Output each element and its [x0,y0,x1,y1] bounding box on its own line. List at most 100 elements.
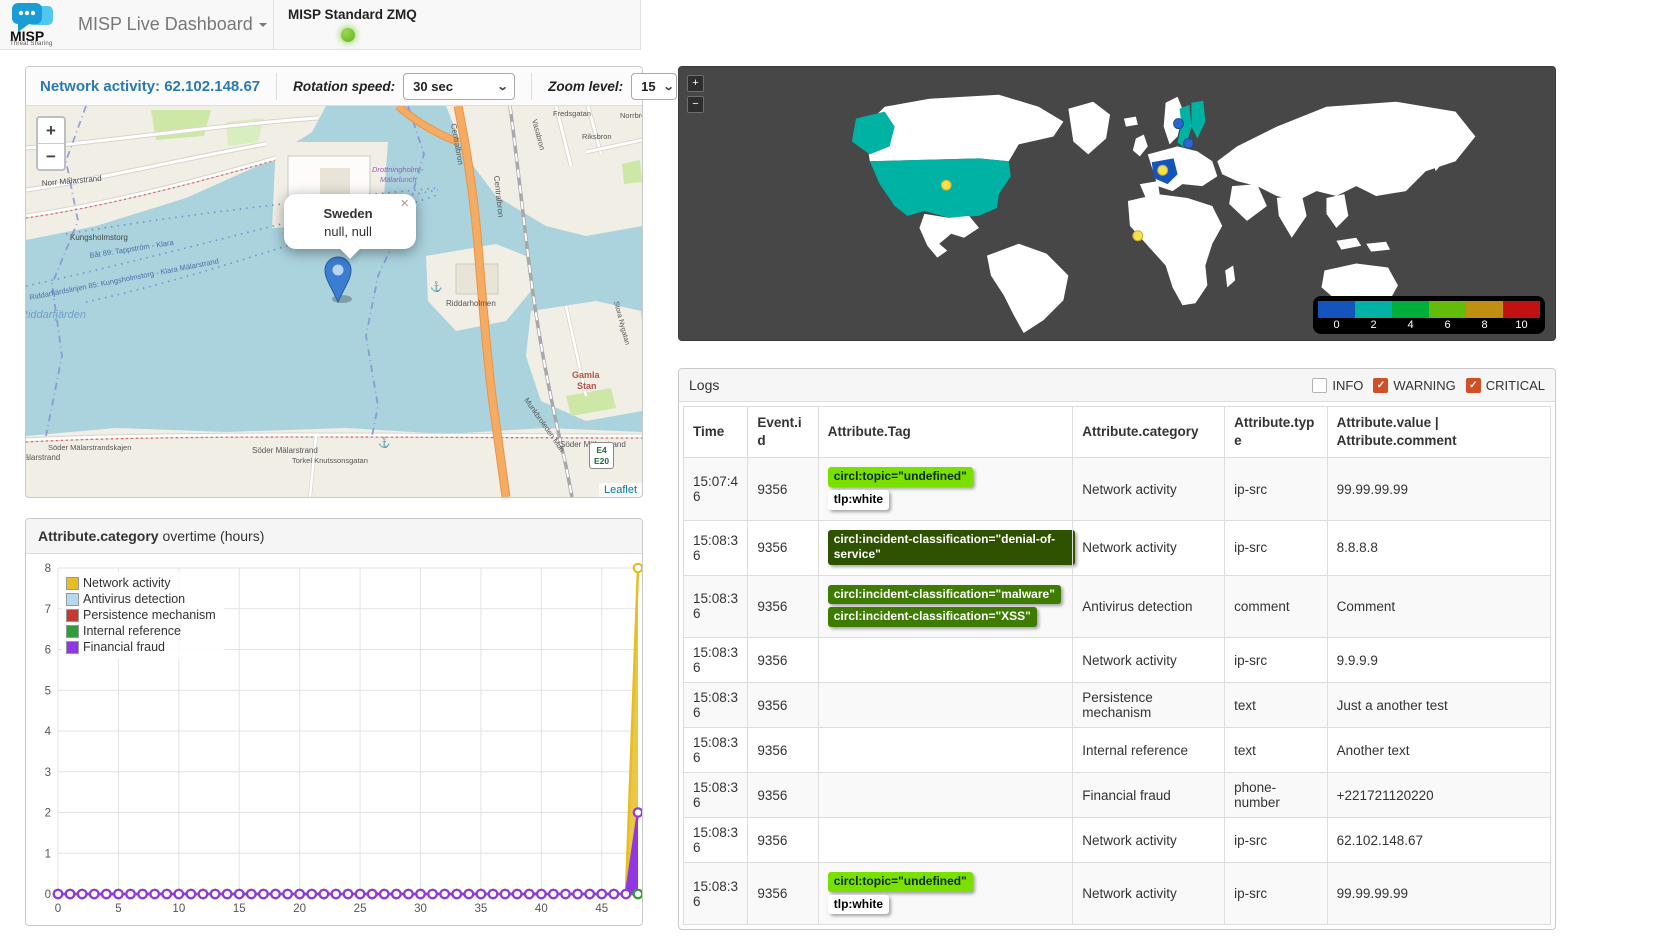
attribute-tag: circl:incident-classification="XSS" [828,607,1037,627]
world-zoom-out-button[interactable]: − [687,96,704,113]
svg-text:0: 0 [55,903,61,915]
checkbox-checked-icon[interactable]: ✓ [1466,378,1481,393]
map-label: ⚓ [378,436,390,449]
leaflet-map[interactable]: Norr MälarstrandKungsholmstorgBåt 89: Ta… [26,106,642,497]
cell-value: 99.99.99.99 [1327,458,1550,520]
event-location-dot[interactable] [1158,165,1168,175]
event-location-dot[interactable] [1133,231,1143,241]
leaflet-zoom-control: + − [36,116,66,171]
brand-label: MISP Live Dashboard [78,14,253,34]
column-header: Attribute.category [1073,407,1225,458]
checkbox-checked-icon[interactable]: ✓ [1373,378,1388,393]
color-scale-blocks [1318,301,1540,318]
cell-type: ip-src [1225,520,1328,575]
color-scale-labels: 0246810 [1318,318,1540,333]
chart-title-bold: Attribute.category [38,528,159,544]
legend-item: Antivirus detection [66,591,216,607]
svg-text:7: 7 [45,604,51,616]
map-zoom-in-button[interactable]: + [38,118,64,144]
log-row: 15:08:369356Network activityip-src9.9.9.… [684,638,1551,683]
chevron-down-icon [259,23,267,27]
legend-item: Network activity [66,575,216,591]
legend-label: Persistence mechanism [83,608,216,622]
event-location-dot[interactable] [941,180,951,190]
log-row: 15:08:369356circl:topic="undefined"tlp:w… [684,863,1551,925]
top-navbar: MISP Threat Sharing MISP Live Dashboard … [0,0,641,50]
filter-critical[interactable]: ✓CRITICAL [1466,378,1545,393]
svg-text:4: 4 [45,726,52,738]
cell-time: 15:07:46 [684,458,748,520]
cell-value: +221721120220 [1327,773,1550,818]
cell-time: 15:08:36 [684,520,748,575]
attribute-tag: circl:topic="undefined" [828,467,973,487]
attribute-tag: circl:topic="undefined" [828,872,973,892]
checkbox-unchecked-icon[interactable] [1312,378,1327,393]
legend-swatch [66,577,79,590]
cell-time: 15:08:36 [684,728,748,773]
map-label: Torkel Knutssonsgatan [292,456,368,465]
legend-item: Internal reference [66,623,216,639]
attribute-tag: circl:incident-classification="denial-of… [828,530,1075,565]
event-location-dot[interactable] [1184,138,1194,148]
logs-table: TimeEvent.idAttribute.TagAttribute.categ… [683,406,1551,925]
map-toolbar: Network activity: 62.102.148.67 Rotation… [26,67,642,106]
map-label: Stan [577,381,597,391]
map-label: Söder Mälarstrand [252,446,318,455]
close-icon[interactable]: × [400,197,409,211]
cell-event-id: 9356 [748,520,818,575]
leaflet-map-canvas: Norr MälarstrandKungsholmstorgBåt 89: Ta… [26,106,642,497]
zoom-level-select[interactable]: 15 ⌄ [631,73,677,100]
scale-tick-label: 0 [1318,318,1355,333]
popup-coordinates: null, null [298,224,398,239]
map-label: Riksbron [582,132,612,141]
leaflet-link[interactable]: Leaflet [604,484,637,496]
attribute-tag: tlp:white [828,490,889,510]
cell-value: Another text [1327,728,1550,773]
cell-event-id: 9356 [748,575,818,637]
world-color-scale: 0246810 [1313,296,1545,334]
map-label: Mälarstrand [26,453,60,462]
world-zoom-in-button[interactable]: + [687,75,704,92]
map-panel-title: Network activity: 62.102.148.67 [40,78,260,95]
legend-label: Internal reference [83,624,181,638]
scale-color-block [1355,301,1392,318]
cell-event-id: 9356 [748,728,818,773]
filter-info[interactable]: INFO [1312,378,1363,393]
world-map-panel[interactable]: + − 0246810 [678,66,1556,341]
log-row: 15:08:369356Persistence mechanismtextJus… [684,683,1551,728]
cell-event-id: 9356 [748,683,818,728]
rotation-speed-group: Rotation speed: 30 sec ⌄ [276,73,515,100]
scale-tick-label: 6 [1429,318,1466,333]
rotation-speed-select[interactable]: 30 sec ⌄ [403,73,515,100]
map-label: Norrbro [620,111,642,120]
legend-item: Persistence mechanism [66,607,216,623]
scale-color-block [1392,301,1429,318]
map-zoom-out-button[interactable]: − [38,144,64,169]
map-popup: × Sweden null, null [284,194,416,249]
world-zoom-control: + − [687,75,704,117]
scale-tick-label: 10 [1503,318,1540,333]
zoom-level-label: Zoom level: [548,79,623,94]
map-label: Riddarfjärden [26,309,86,321]
cell-category: Network activity [1073,458,1225,520]
cell-tags: circl:topic="undefined"tlp:white [818,863,1072,925]
svg-text:5: 5 [45,685,51,697]
scale-tick-label: 4 [1392,318,1429,333]
cell-time: 15:08:36 [684,683,748,728]
map-label: Riddarholmen [446,299,496,308]
svg-text:5: 5 [115,903,121,915]
scale-color-block [1503,301,1540,318]
svg-text:10: 10 [172,903,185,915]
cell-value: 99.99.99.99 [1327,863,1550,925]
cell-value: Comment [1327,575,1550,637]
filter-warning[interactable]: ✓WARNING [1373,378,1455,393]
road-badge-e20: E20 [594,456,609,467]
logo-word: MISP [10,31,68,41]
svg-text:15: 15 [233,903,246,915]
event-location-dot[interactable] [1174,119,1184,129]
cell-category: Network activity [1073,818,1225,863]
brand-dropdown[interactable]: MISP Live Dashboard [78,14,267,35]
cell-category: Internal reference [1073,728,1225,773]
svg-text:0: 0 [45,889,51,901]
cell-time: 15:08:36 [684,863,748,925]
